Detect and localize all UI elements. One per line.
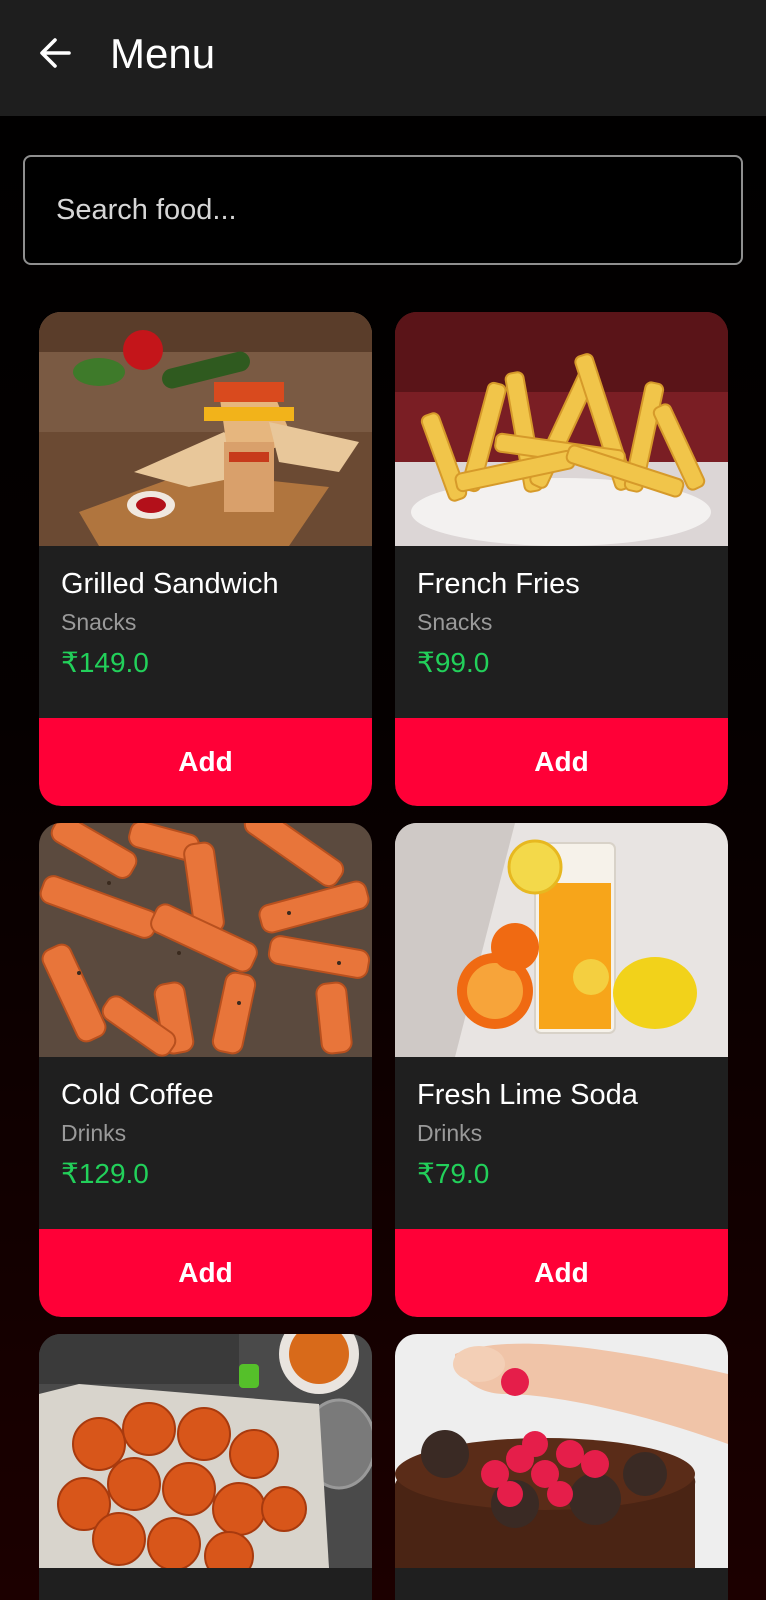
food-card: Cold Coffee Drinks ₹129.0 Add [39,823,372,1317]
app-bar: Menu [0,0,766,116]
food-name: Fresh Lime Soda [417,1079,638,1111]
food-name: Cold Coffee [61,1079,214,1111]
food-category: Drinks [61,1120,127,1146]
arrow-left-icon [40,38,71,68]
food-card: Grilled Sandwich Snacks ₹149.0 Add [39,312,372,806]
search-input[interactable] [25,157,741,263]
food-price: ₹99.0 [417,647,490,678]
food-card [395,1334,728,1600]
food-price: ₹129.0 [61,1158,149,1189]
food-category: Snacks [61,609,137,635]
add-button[interactable]: Add [39,718,372,806]
food-image [39,312,372,546]
food-category: Drinks [417,1120,483,1146]
food-price: ₹79.0 [417,1158,490,1189]
add-button[interactable]: Add [39,1229,372,1317]
food-card: Fresh Lime Soda Drinks ₹79.0 Add [395,823,728,1317]
menu-screen: Menu G [0,0,766,1600]
food-image [395,312,728,546]
food-price: ₹149.0 [61,647,149,678]
food-image [39,1334,372,1568]
food-name: French Fries [417,568,580,600]
search-box[interactable] [23,155,743,265]
page-title: Menu [110,30,216,77]
food-image [39,823,372,1057]
food-name: Grilled Sandwich [61,568,279,600]
food-card [39,1334,372,1600]
food-card: French Fries Snacks ₹99.0 Add [395,312,728,806]
add-button[interactable]: Add [395,718,728,806]
back-button[interactable] [34,32,76,74]
food-image [395,1334,728,1568]
food-image [395,823,728,1057]
add-button[interactable]: Add [395,1229,728,1317]
food-category: Snacks [417,609,493,635]
